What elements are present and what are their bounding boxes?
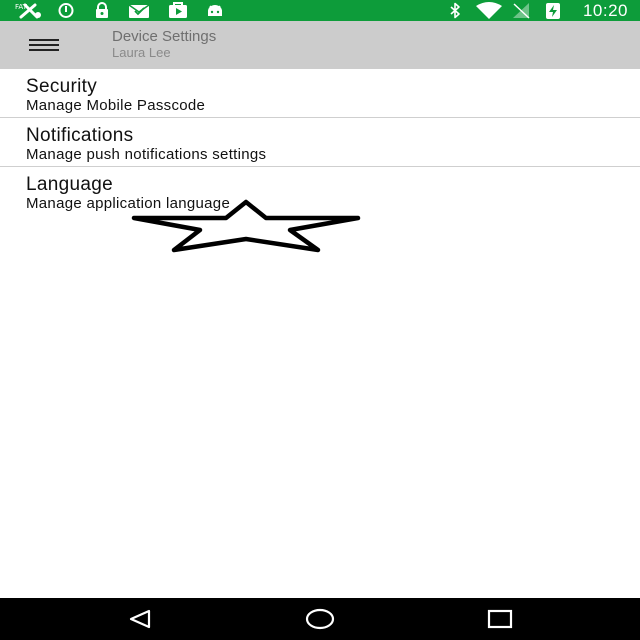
bluetooth-icon	[446, 2, 464, 19]
app-bar: Device Settings Laura Lee	[0, 21, 640, 69]
recents-square-icon[interactable]	[480, 606, 520, 632]
lock-icon	[92, 2, 112, 19]
hamburger-menu-icon[interactable]	[22, 31, 66, 59]
alert-circle-icon	[56, 2, 76, 19]
mail-icon	[126, 2, 152, 19]
signal-off-icon	[510, 2, 532, 19]
battery-charging-icon	[542, 2, 564, 19]
back-triangle-icon[interactable]	[120, 606, 160, 632]
android-icon	[204, 2, 226, 19]
play-store-icon	[166, 2, 190, 19]
settings-list: Security Manage Mobile Passcode Notifica…	[0, 69, 640, 216]
tools-icon: FAT	[14, 2, 44, 19]
settings-item-title: Notifications	[26, 125, 134, 146]
settings-item-title: Security	[26, 76, 98, 97]
settings-item-description: Manage application language	[26, 195, 231, 212]
settings-item-description: Manage push notifications settings	[26, 146, 267, 163]
status-time: 10:20	[582, 1, 628, 20]
settings-item-notifications[interactable]: Notifications Manage push notifications …	[0, 118, 640, 167]
wifi-icon	[474, 2, 504, 19]
status-bar: FAT 10:20	[0, 0, 640, 21]
navigation-bar	[0, 598, 640, 640]
settings-item-language[interactable]: Language Manage application language	[0, 167, 640, 216]
home-circle-icon[interactable]	[300, 606, 340, 632]
settings-item-security[interactable]: Security Manage Mobile Passcode	[0, 69, 640, 118]
device-settings-screen: FAT 10:20 Device Settings Laura Lee Secu…	[0, 0, 640, 640]
settings-item-title: Language	[26, 174, 113, 195]
page-title: Device Settings	[112, 28, 217, 45]
settings-item-description: Manage Mobile Passcode	[26, 97, 206, 114]
user-name-subtitle: Laura Lee	[112, 45, 171, 60]
